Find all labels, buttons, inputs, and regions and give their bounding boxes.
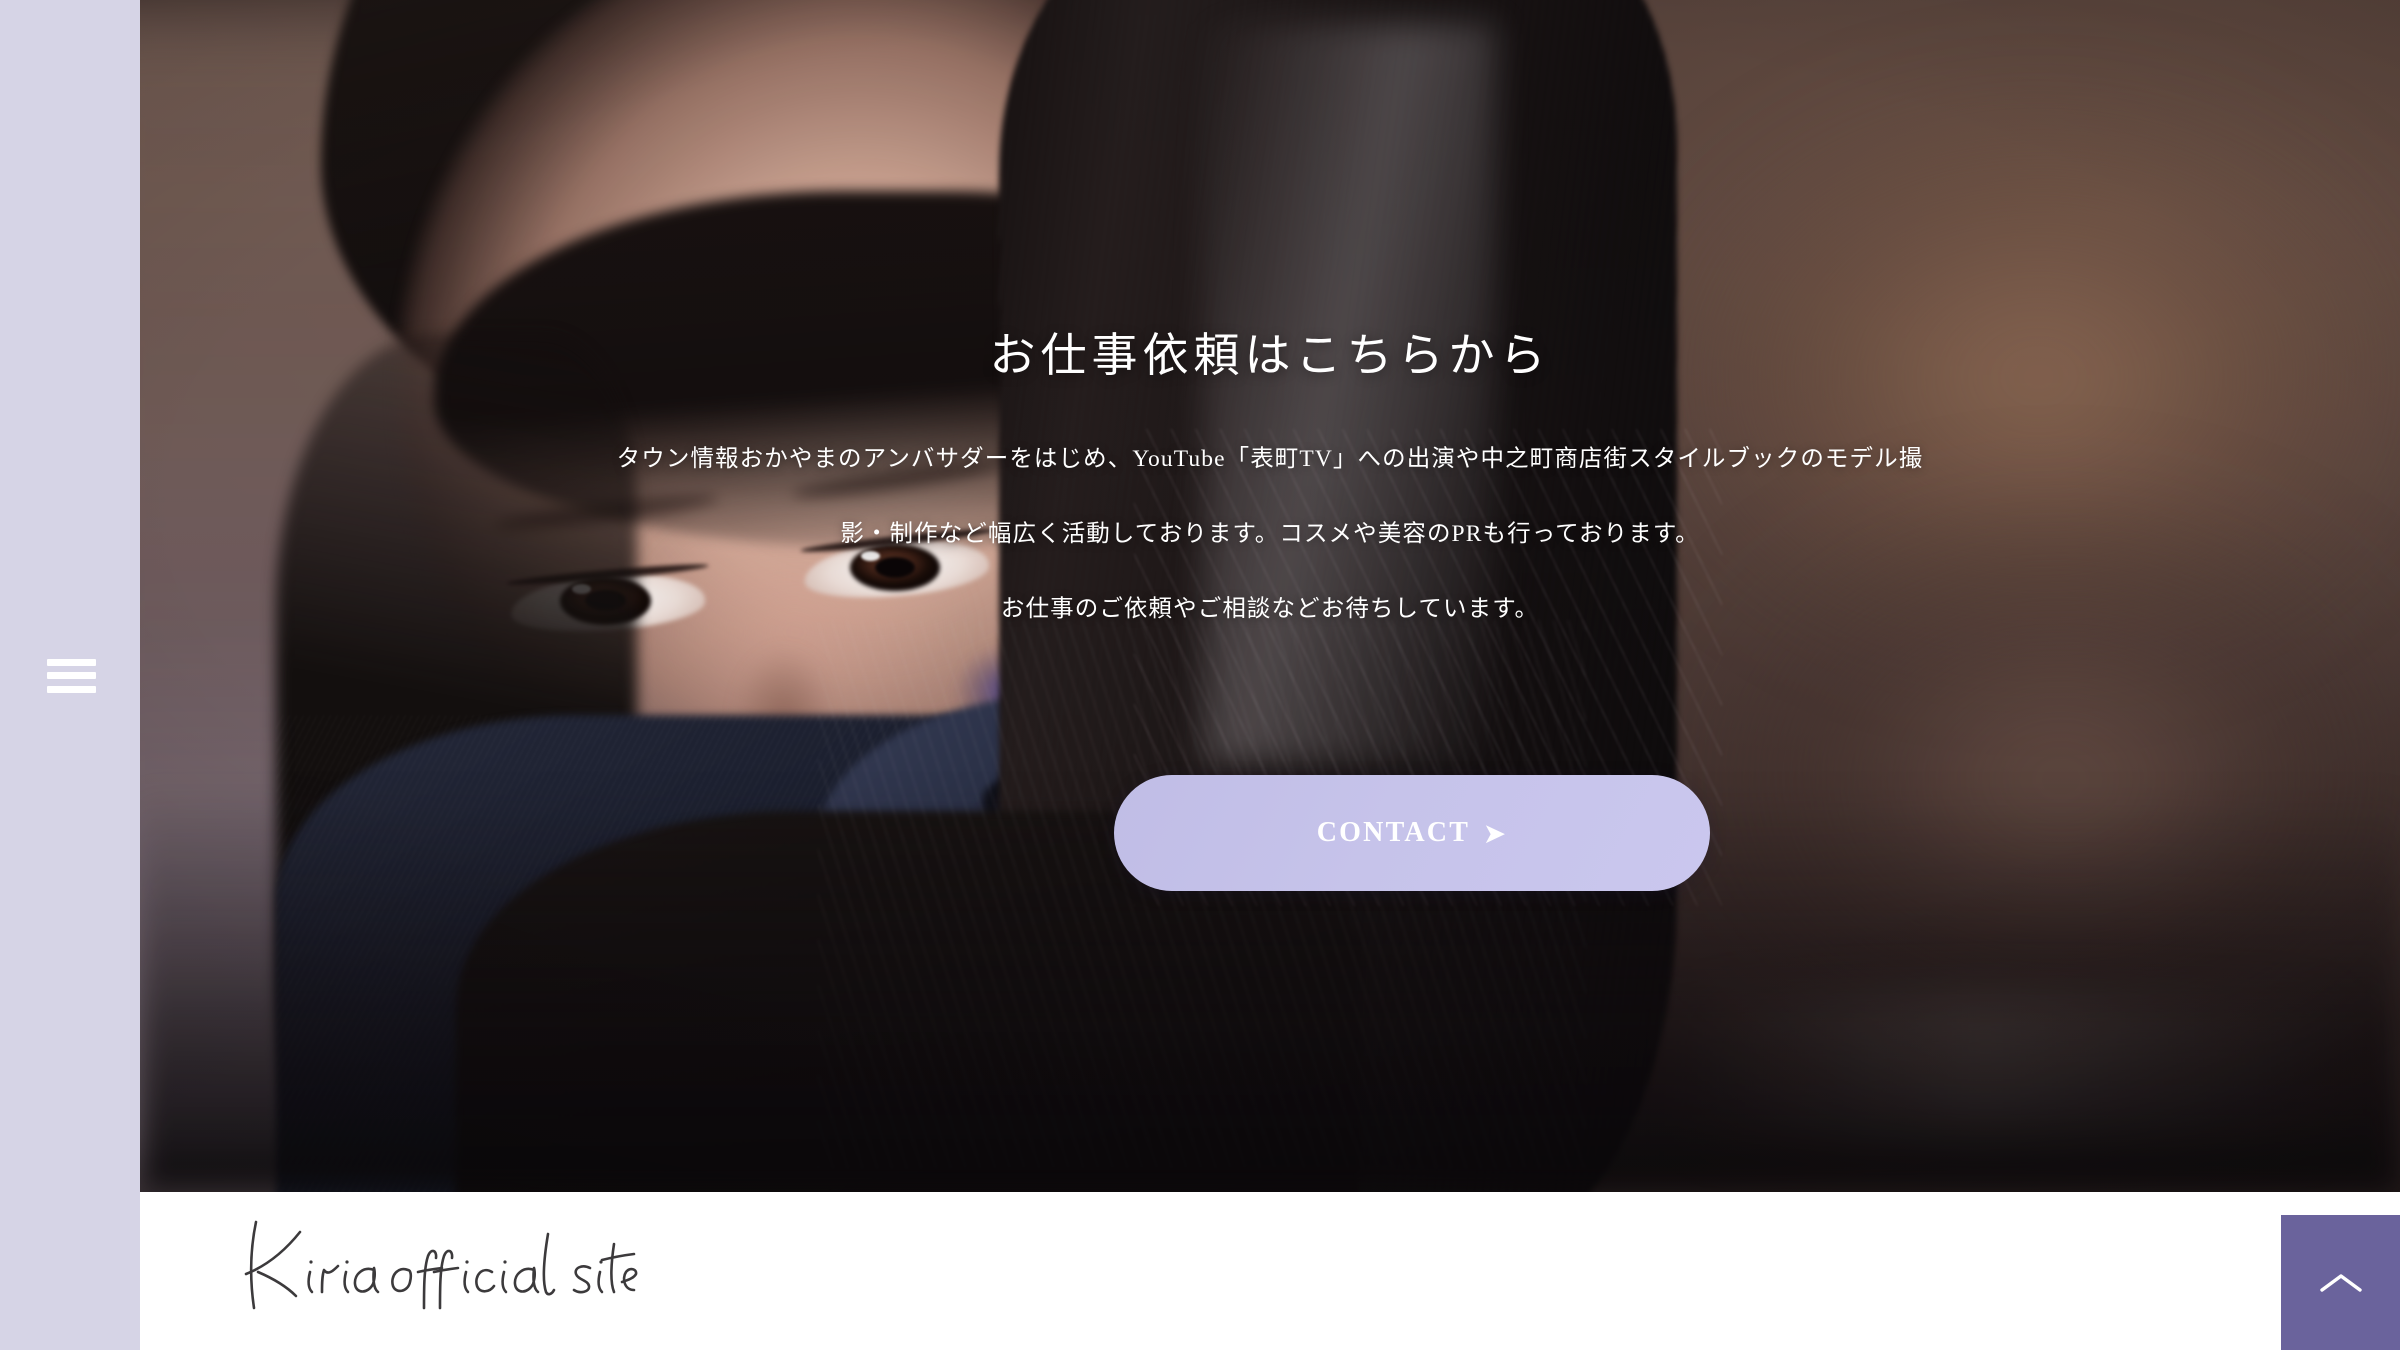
site-logo[interactable]: Kiria official site: [218, 1204, 638, 1324]
hamburger-bar-1: [47, 659, 96, 666]
footer: Kiria official site: [140, 1192, 2400, 1350]
site-logo-script-icon: [244, 1220, 638, 1310]
page-root: お仕事依頼はこちらから タウン情報おかやまのアンバサダーをはじめ、YouTube…: [0, 0, 2400, 1350]
scroll-to-top-button[interactable]: [2281, 1215, 2400, 1350]
hero-description-line-1: タウン情報おかやまのアンバサダーをはじめ、YouTube「表町TV」への出演や中…: [616, 446, 1924, 472]
hamburger-bar-3: [47, 686, 96, 693]
hero-title: お仕事依頼はこちらから: [989, 329, 1551, 381]
chevron-up-icon: [2319, 1273, 2362, 1292]
contact-button[interactable]: CONTACT ➤: [1114, 775, 1710, 891]
hero-content: お仕事依頼はこちらから タウン情報おかやまのアンバサダーをはじめ、YouTube…: [140, 0, 2400, 1192]
contact-button-label: CONTACT: [1316, 817, 1471, 848]
hero-description-line-2: 影・制作など幅広く活動しております。コスメや美容のPRも行っております。: [840, 521, 1700, 547]
hero-description: タウン情報おかやまのアンバサダーをはじめ、YouTube「表町TV」への出演や中…: [140, 422, 2400, 647]
arrow-right-icon: ➤: [1484, 820, 1508, 848]
sidebar: [0, 0, 140, 1350]
hero-section: お仕事依頼はこちらから タウン情報おかやまのアンバサダーをはじめ、YouTube…: [140, 0, 2400, 1192]
hero-description-line-3: お仕事のご依頼やご相談などお待ちしています。: [1000, 596, 1540, 622]
hamburger-bar-2: [47, 672, 96, 679]
hamburger-menu-icon[interactable]: [47, 659, 96, 693]
